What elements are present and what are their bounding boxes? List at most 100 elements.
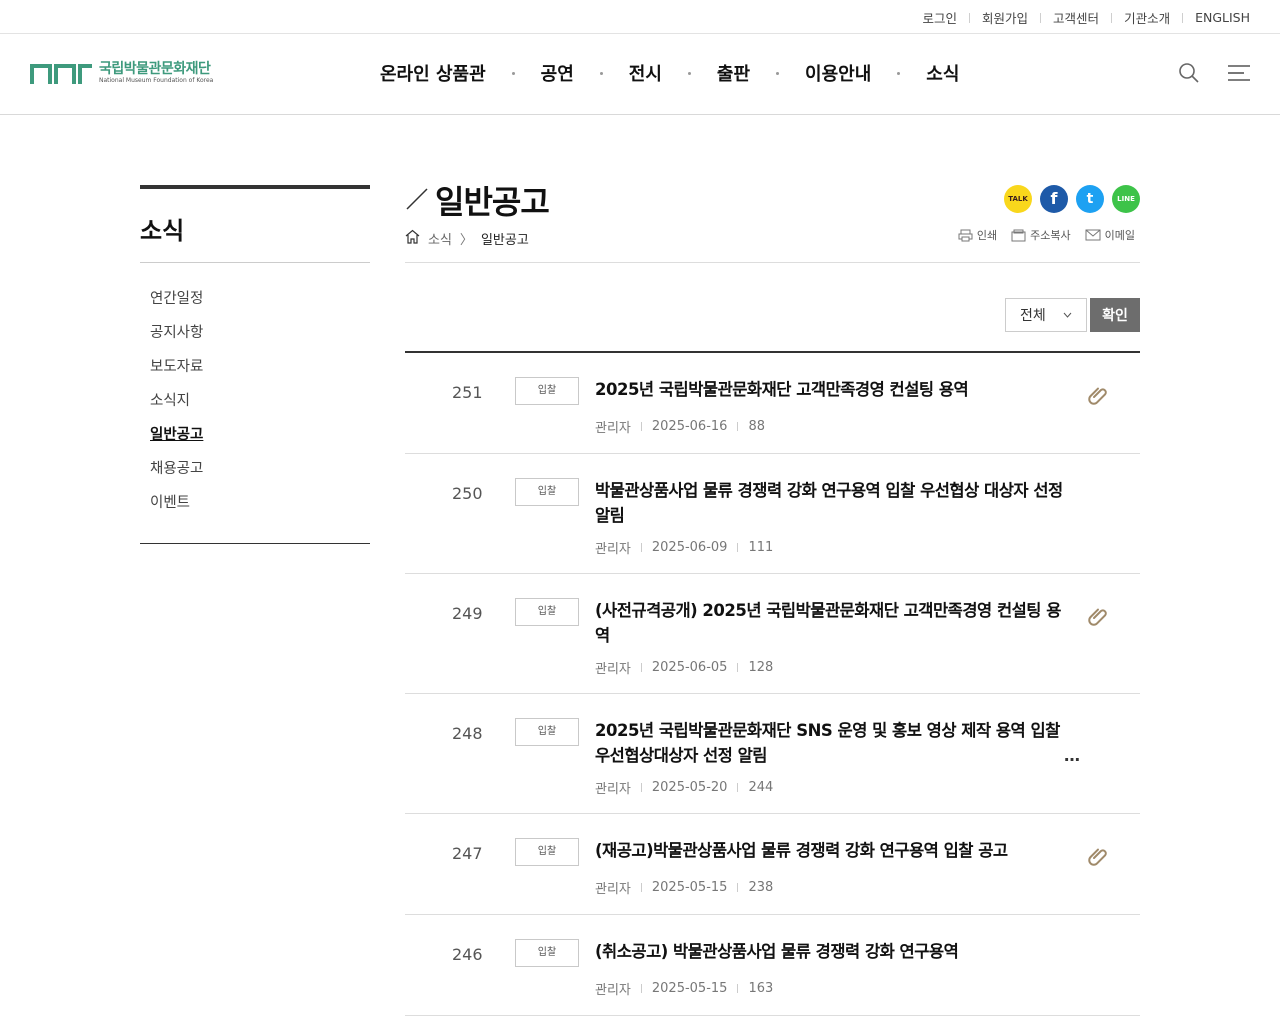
divider (640, 422, 642, 431)
table-row[interactable]: 248 입찰 2025년 국립박물관문화재단 SNS 운영 및 홍보 영상 제작 용… (405, 694, 1140, 814)
nav-publishing[interactable]: 출판 (717, 60, 750, 86)
post-author: 관리자 (595, 882, 631, 897)
logo-english-text: National Museum Foundation of Korea (99, 77, 214, 84)
nav-exhibition[interactable]: 전시 (629, 60, 662, 86)
sidebar-item-notices[interactable]: 공지사항 (150, 323, 360, 357)
sidebar-item-recruitment[interactable]: 채용공고 (150, 459, 360, 493)
divider (737, 783, 739, 792)
utility-bar: 로그인 회원가입 고객센터 기관소개 ENGLISH (0, 0, 1280, 34)
nav-online-shop[interactable]: 온라인 상품관 (380, 60, 486, 86)
copy-icon (1011, 229, 1026, 241)
nav-guide[interactable]: 이용안내 (805, 60, 871, 86)
english-link[interactable]: ENGLISH (1195, 10, 1250, 25)
post-title-link[interactable]: 2025년 국립박물관문화재단 고객만족경영 컨설팅 용역 (595, 377, 1065, 402)
post-views: 238 (748, 880, 774, 895)
sidebar-item-annual-schedule[interactable]: 연간일정 (150, 289, 360, 323)
post-date: 2025-05-15 (651, 981, 728, 996)
post-title-link[interactable]: 2025년 국립박물관문화재단 SNS 운영 및 홍보 영상 제작 용역 입찰 … (595, 718, 1065, 768)
kakaotalk-share-icon[interactable]: TALK (1004, 185, 1032, 213)
table-row[interactable]: 249 입찰 (사전규격공개) 2025년 국립박물관문화재단 고객만족경영 컨설팅… (405, 574, 1140, 694)
post-views: 163 (748, 981, 774, 996)
logo-korean-text: 국립박물관문화재단 (99, 61, 211, 77)
table-row[interactable]: 251 입찰 2025년 국립박물관문화재단 고객만족경영 컨설팅 용역 관리자 202… (405, 353, 1140, 454)
mail-icon (1085, 229, 1101, 241)
line-share-icon[interactable]: LINE (1112, 185, 1140, 213)
post-number: 251 (452, 383, 483, 402)
confirm-button[interactable]: 확인 (1090, 298, 1140, 332)
breadcrumb-item[interactable]: 소식 (428, 229, 452, 248)
divider (640, 883, 642, 892)
category-badge: 입찰 (515, 478, 579, 506)
post-title-link[interactable]: (재공고)박물관상품사업 물류 경쟁력 강화 연구용역 입찰 공고 (595, 838, 1065, 863)
email-button[interactable]: 이메일 (1085, 227, 1135, 243)
divider (1182, 12, 1184, 23)
sidebar-item-press[interactable]: 보도자료 (150, 357, 360, 391)
sidebar-item-newsletter[interactable]: 소식지 (150, 391, 360, 425)
table-row[interactable]: 247 입찰 (재공고)박물관상품사업 물류 경쟁력 강화 연구용역 입찰 공고 관리… (405, 814, 1140, 915)
post-author: 관리자 (595, 782, 631, 797)
divider (640, 984, 642, 993)
post-date: 2025-06-16 (651, 419, 728, 434)
attachment-icon[interactable] (1088, 845, 1110, 867)
category-badge: 입찰 (515, 377, 579, 405)
breadcrumb: 소식 〉 일반공고 (405, 229, 529, 248)
page-title: 일반공고 (435, 183, 550, 221)
divider (1111, 12, 1113, 23)
utility-links: 로그인 회원가입 고객센터 기관소개 ENGLISH (923, 8, 1250, 27)
post-number: 247 (452, 844, 483, 863)
divider (737, 422, 739, 431)
page-header: 일반공고 소식 〉 일반공고 TALK f t LINE 인쇄 주소복사 이메일 (405, 175, 1140, 263)
post-number: 249 (452, 604, 483, 623)
breadcrumb-current: 일반공고 (480, 233, 529, 248)
twitter-share-icon[interactable]: t (1076, 185, 1104, 213)
page-tools: 인쇄 주소복사 이메일 (958, 227, 1135, 243)
customer-center-link[interactable]: 고객센터 (1053, 8, 1099, 27)
divider (640, 663, 642, 672)
table-row[interactable]: 250 입찰 박물관상품사업 물류 경쟁력 강화 연구용역 입찰 우선협상 대상자 … (405, 454, 1140, 574)
nav-separator (776, 71, 780, 75)
post-author: 관리자 (595, 983, 631, 998)
post-title-link[interactable]: (취소공고) 박물관상품사업 물류 경쟁력 강화 연구용역 (595, 939, 1065, 964)
post-date: 2025-06-09 (651, 540, 728, 555)
menu-icon[interactable] (1228, 64, 1250, 86)
nav-separator (687, 71, 691, 75)
post-number: 250 (452, 484, 483, 503)
site-logo[interactable]: 국립박물관문화재단 National Museum Foundation of … (30, 62, 213, 85)
divider (640, 783, 642, 792)
search-icon[interactable] (1178, 62, 1200, 88)
home-icon[interactable] (405, 229, 420, 248)
post-meta: 관리자 2025-05-15 238 (595, 878, 773, 897)
chevron-right-icon: 〉 (459, 233, 473, 248)
post-title-link[interactable]: 박물관상품사업 물류 경쟁력 강화 연구용역 입찰 우선협상 대상자 선정 알림 (595, 478, 1065, 528)
post-meta: 관리자 2025-05-15 163 (595, 979, 773, 998)
sidebar: 소식 연간일정 공지사항 보도자료 소식지 일반공고 채용공고 이벤트 (140, 185, 370, 544)
login-link[interactable]: 로그인 (923, 8, 958, 27)
post-title-link[interactable]: (사전규격공개) 2025년 국립박물관문화재단 고객만족경영 컨설팅 용역 (595, 598, 1065, 648)
table-row[interactable]: 246 입찰 (취소공고) 박물관상품사업 물류 경쟁력 강화 연구용역 관리자 202… (405, 915, 1140, 1016)
sidebar-item-events[interactable]: 이벤트 (150, 493, 360, 527)
attachment-icon[interactable] (1088, 384, 1110, 406)
nav-news[interactable]: 소식 (926, 60, 959, 86)
divider (969, 12, 971, 23)
divider (737, 883, 739, 892)
category-badge: 입찰 (515, 598, 579, 626)
post-number: 248 (452, 724, 483, 743)
sidebar-item-general-notice[interactable]: 일반공고 (150, 425, 360, 459)
post-date: 2025-05-15 (651, 880, 728, 895)
post-views: 244 (748, 780, 774, 795)
nav-performance[interactable]: 공연 (541, 60, 574, 86)
sidebar-title: 소식 (140, 217, 185, 245)
chevron-down-icon (1063, 312, 1072, 318)
facebook-share-icon[interactable]: f (1040, 185, 1068, 213)
post-date: 2025-05-20 (651, 780, 728, 795)
copy-url-button[interactable]: 주소복사 (1011, 227, 1071, 243)
about-link[interactable]: 기관소개 (1124, 8, 1170, 27)
attachment-icon[interactable] (1088, 605, 1110, 627)
divider (640, 543, 642, 552)
nav-separator (599, 71, 603, 75)
post-list: 251 입찰 2025년 국립박물관문화재단 고객만족경영 컨설팅 용역관리자 202… (405, 351, 1140, 1016)
signup-link[interactable]: 회원가입 (982, 8, 1028, 27)
print-button[interactable]: 인쇄 (958, 227, 997, 243)
category-badge: 입찰 (515, 939, 579, 967)
category-select[interactable]: 전체 (1005, 298, 1087, 332)
